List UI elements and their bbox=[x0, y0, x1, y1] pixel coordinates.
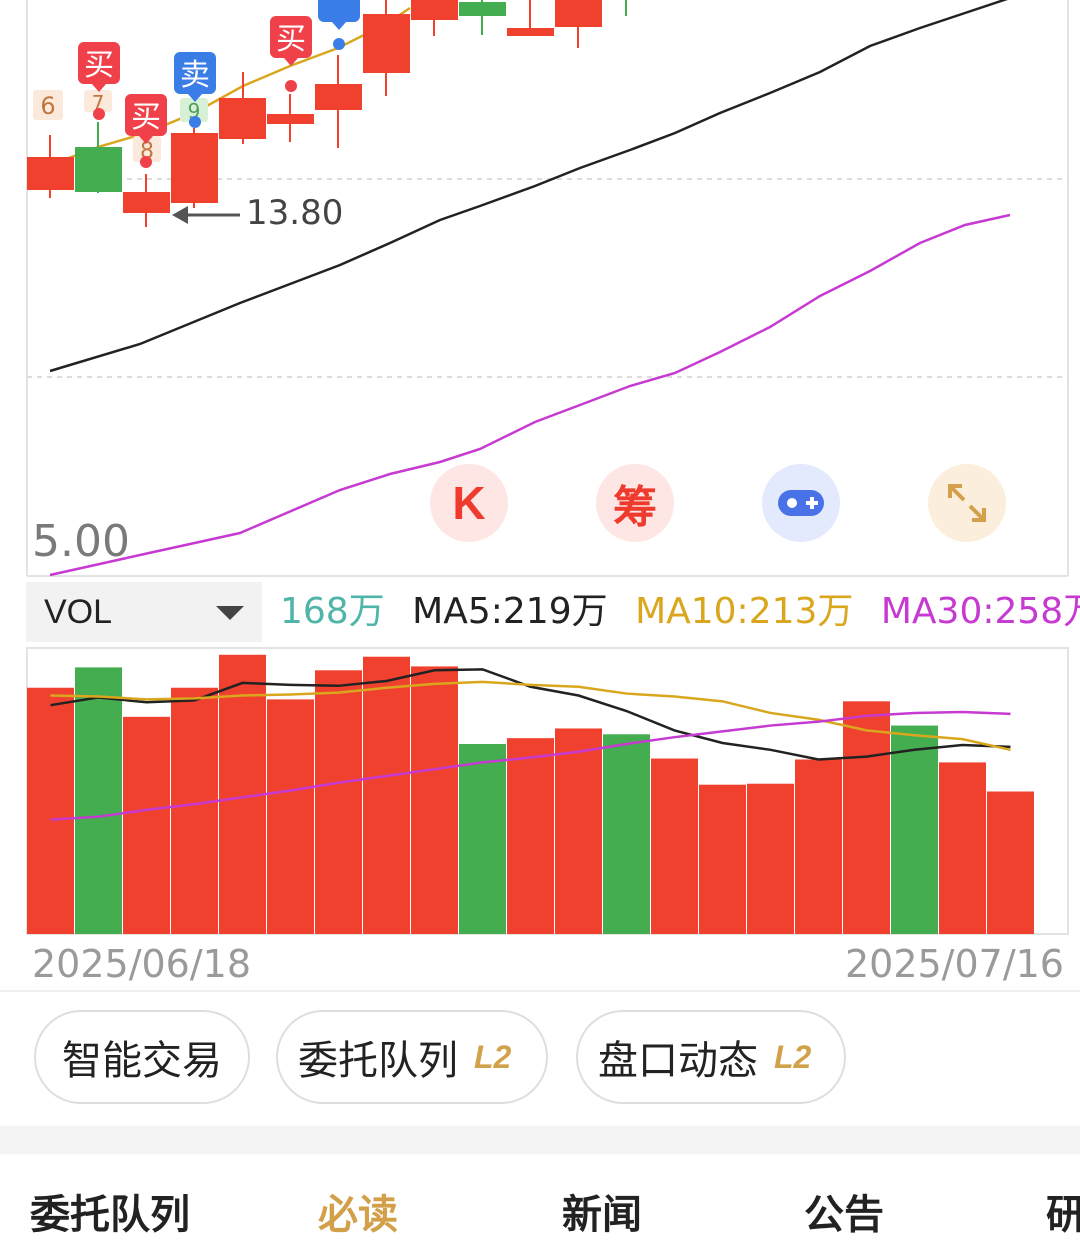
candle[interactable] bbox=[219, 72, 266, 144]
volume-bar[interactable] bbox=[75, 667, 122, 934]
volume-bar[interactable] bbox=[939, 762, 986, 934]
tab-announcements[interactable]: 公告 bbox=[804, 1182, 884, 1240]
volume-bar[interactable] bbox=[27, 687, 74, 934]
indicator-select-value: VOL bbox=[44, 592, 113, 631]
chevron-down-icon bbox=[216, 606, 244, 620]
order-queue-button[interactable]: 委托队列 L2 bbox=[276, 1010, 548, 1104]
volume-bar[interactable] bbox=[363, 656, 410, 934]
volume-ma10: MA10:213万 bbox=[635, 591, 854, 632]
chip-distribution-label: 筹 bbox=[613, 482, 657, 533]
section-divider bbox=[0, 990, 1080, 992]
volume-bar[interactable] bbox=[891, 725, 938, 934]
ma-day-badge: 6 bbox=[33, 90, 63, 120]
volume-bar[interactable] bbox=[699, 784, 746, 934]
candle[interactable] bbox=[363, 0, 410, 96]
volume-bar[interactable] bbox=[843, 701, 890, 934]
candle[interactable] bbox=[315, 55, 362, 148]
volume-bar[interactable] bbox=[459, 743, 506, 934]
volume-ma30: MA30:258万 bbox=[880, 591, 1080, 632]
volume-bar[interactable] bbox=[603, 734, 650, 934]
candle[interactable] bbox=[75, 122, 122, 193]
volume-bar[interactable] bbox=[267, 699, 314, 934]
volume-bar[interactable] bbox=[795, 759, 842, 934]
volume-ma5: MA5:219万 bbox=[412, 591, 608, 632]
tab-news[interactable]: 新闻 bbox=[562, 1182, 642, 1240]
sell-signal-marker[interactable] bbox=[318, 0, 360, 50]
smart-trade-button[interactable]: 智能交易 bbox=[34, 1010, 250, 1104]
date-axis-end: 2025/07/16 bbox=[844, 942, 1064, 986]
candle[interactable] bbox=[555, 0, 602, 48]
smart-trade-label: 智能交易 bbox=[62, 1038, 222, 1084]
svg-text:买: 买 bbox=[131, 100, 161, 135]
candle[interactable] bbox=[411, 0, 458, 36]
volume-bar[interactable] bbox=[987, 791, 1034, 934]
kline-ma30-line bbox=[49, 213, 1011, 577]
candle[interactable] bbox=[267, 94, 314, 142]
level2-badge: L2 bbox=[774, 1038, 812, 1075]
volume-indicator-bar: VOL 168万 MA5:219万 MA10:213万 MA30:258万 bbox=[0, 582, 1080, 642]
level2-badge: L2 bbox=[474, 1038, 512, 1075]
kline-chart[interactable]: 6 7 8 9 买 买 卖 买 bbox=[0, 0, 1080, 580]
volume-bar[interactable] bbox=[507, 738, 554, 934]
low-price-marker: 13.80 bbox=[246, 193, 344, 233]
candle[interactable] bbox=[507, 0, 554, 36]
volume-bar[interactable] bbox=[315, 670, 362, 934]
svg-text:6: 6 bbox=[40, 92, 55, 120]
volume-current: 168万 bbox=[280, 591, 385, 632]
volume-bar[interactable] bbox=[411, 666, 458, 934]
tab-research[interactable]: 研 bbox=[1046, 1182, 1080, 1240]
volume-bar[interactable] bbox=[555, 728, 602, 934]
order-book-dynamics-label: 盘口动态 bbox=[598, 1038, 758, 1084]
fullscreen-button[interactable] bbox=[928, 464, 1006, 542]
content-tabs: 委托队列 必读 新闻 公告 研 bbox=[0, 1160, 1080, 1238]
chip-distribution-button[interactable]: 筹 bbox=[596, 464, 674, 542]
candle[interactable] bbox=[171, 128, 218, 208]
expand-icon bbox=[948, 484, 986, 522]
stock-chart-area[interactable]: 6 7 8 9 买 买 卖 买 13.80 5.00 K 筹 VOL 168万 … bbox=[0, 0, 1080, 990]
svg-text:卖: 卖 bbox=[180, 58, 210, 93]
candle[interactable] bbox=[459, 0, 506, 35]
price-axis-min-label: 5.00 bbox=[32, 516, 130, 567]
volume-bar[interactable] bbox=[171, 687, 218, 934]
volume-bar[interactable] bbox=[651, 758, 698, 934]
volume-bar[interactable] bbox=[123, 716, 170, 934]
tab-order-queue[interactable]: 委托队列 bbox=[30, 1182, 190, 1240]
kline-mode-label: K bbox=[452, 477, 486, 529]
candle[interactable] bbox=[27, 135, 74, 198]
date-axis-start: 2025/06/18 bbox=[32, 942, 252, 986]
tab-must-read[interactable]: 必读 bbox=[318, 1182, 398, 1240]
low-price-arrow bbox=[172, 206, 240, 224]
order-book-dynamics-button[interactable]: 盘口动态 L2 bbox=[576, 1010, 846, 1104]
order-queue-label: 委托队列 bbox=[298, 1038, 458, 1084]
svg-text:买: 买 bbox=[276, 22, 306, 57]
gamepad-icon bbox=[778, 490, 824, 516]
kline-mode-button[interactable]: K bbox=[430, 464, 508, 542]
candle[interactable] bbox=[123, 174, 170, 227]
volume-stats: 168万 MA5:219万 MA10:213万 MA30:258万 bbox=[280, 588, 1080, 636]
section-gap bbox=[0, 1126, 1080, 1154]
volume-chart[interactable] bbox=[0, 640, 1080, 940]
volume-bar[interactable] bbox=[747, 783, 794, 934]
simulate-trade-button[interactable] bbox=[762, 464, 840, 542]
buy-signal-marker[interactable]: 买 bbox=[270, 16, 312, 92]
svg-text:买: 买 bbox=[84, 48, 114, 83]
indicator-select[interactable]: VOL bbox=[26, 582, 262, 642]
